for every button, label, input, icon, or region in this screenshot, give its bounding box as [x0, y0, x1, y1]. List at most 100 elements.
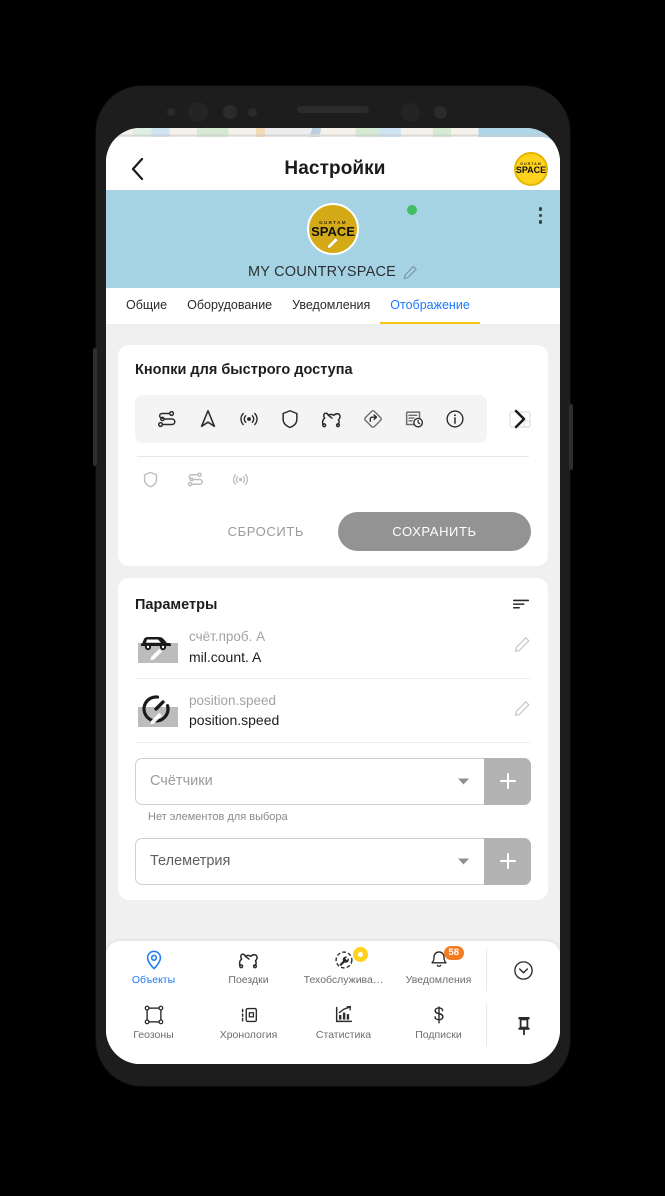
- parameters-header: Параметры: [135, 595, 531, 615]
- parameter-row[interactable]: position.speed position.speed: [135, 679, 531, 743]
- plus-icon: [499, 773, 516, 790]
- save-button[interactable]: СОХРАНИТЬ: [338, 512, 531, 551]
- route-icon[interactable]: [146, 395, 187, 443]
- nav-label: Техобслужива…: [303, 974, 384, 986]
- sensor-dot: [223, 105, 237, 119]
- nav-item-statistics[interactable]: Статистика: [296, 1004, 391, 1041]
- nav-item-trips[interactable]: Поездки: [201, 949, 296, 986]
- pencil-icon[interactable]: [403, 265, 418, 280]
- reset-button[interactable]: СБРОСИТЬ: [206, 514, 326, 549]
- settings-content: Кнопки для быстрого доступа СБРОСИТЬ СОХ…: [106, 334, 560, 941]
- nav-label: Поездки: [228, 974, 269, 986]
- caret-down-icon: [458, 778, 469, 785]
- telemetry-add-button[interactable]: [484, 837, 531, 885]
- unit-name: MY COUNTRYSPACE: [247, 264, 397, 280]
- nav-item-maintenance[interactable]: Техобслужива…: [296, 947, 391, 986]
- telemetry-select-label: Телеметрия: [150, 853, 231, 870]
- nav-label: Хронология: [219, 1029, 278, 1041]
- sensor-dot: [434, 106, 447, 119]
- location-pin-icon: [146, 950, 161, 970]
- parameters-title: Параметры: [135, 597, 218, 613]
- notification-badge: 58: [443, 946, 465, 960]
- maintenance-status-dot: [352, 947, 368, 962]
- nav-item-subscriptions[interactable]: Подписки: [391, 1004, 486, 1041]
- turn-right-diamond-icon[interactable]: [352, 395, 393, 443]
- nav-item-timeline[interactable]: Хронология: [201, 1004, 296, 1041]
- nav-item-notifications[interactable]: 58 Уведомления: [391, 946, 486, 986]
- bottom-nav-row-1: Объекты Поездки Техобслужива… 58 Уведомл…: [106, 941, 560, 996]
- pencil-icon: [326, 237, 339, 249]
- nav-label: Геозоны: [133, 1029, 174, 1041]
- plus-icon: [499, 853, 516, 870]
- report-history-icon[interactable]: [394, 395, 435, 443]
- shield-icon[interactable]: [141, 470, 160, 489]
- quick-access-icon-strip[interactable]: [135, 395, 487, 443]
- online-status-dot: [405, 203, 419, 217]
- navigation-arrow-icon[interactable]: [187, 395, 228, 443]
- unit-name-row: MY COUNTRYSPACE: [248, 264, 418, 280]
- nav-item-objects[interactable]: Объекты: [106, 949, 201, 986]
- parameter-edit-button[interactable]: [506, 636, 531, 658]
- chevron-right-icon: [514, 409, 526, 429]
- pencil-icon: [514, 700, 530, 716]
- pin-panel-button[interactable]: [486, 1004, 560, 1046]
- unit-avatar[interactable]: GURTAM SPACE: [307, 203, 359, 255]
- settings-tab-bar: Общие Оборудование Уведомления Отображен…: [106, 288, 560, 325]
- hero-overflow-menu[interactable]: [535, 203, 547, 228]
- parameter-row[interactable]: счёт.проб. A mil.count. A: [135, 615, 531, 679]
- speaker-grille: [297, 106, 369, 113]
- pencil-icon: [150, 712, 163, 725]
- dollar-icon: [433, 1006, 444, 1024]
- nav-item-geofences[interactable]: Геозоны: [106, 1004, 201, 1041]
- back-button[interactable]: [118, 150, 156, 188]
- tab-equipment[interactable]: Оборудование: [177, 288, 282, 324]
- counters-select-label: Счётчики: [150, 773, 213, 790]
- tab-general[interactable]: Общие: [116, 288, 177, 324]
- app-bar: Настройки GURTAM SPACE: [106, 137, 560, 190]
- counters-select[interactable]: Счётчики: [135, 757, 484, 805]
- collapse-panel-button[interactable]: [486, 949, 560, 991]
- brand-main-label: SPACE: [515, 165, 547, 175]
- signal-broadcast-icon[interactable]: [231, 470, 250, 489]
- telemetry-select-row: Телеметрия: [135, 837, 531, 885]
- counters-select-row: Счётчики: [135, 757, 531, 805]
- quick-access-strip-wrap: [135, 395, 531, 443]
- shield-icon[interactable]: [270, 395, 311, 443]
- info-circle-icon[interactable]: [435, 395, 476, 443]
- parameter-main-label: mil.count. A: [189, 648, 262, 665]
- front-camera: [401, 103, 420, 122]
- counters-add-button[interactable]: [484, 757, 531, 805]
- quick-access-title: Кнопки для быстрого доступа: [135, 362, 353, 378]
- chevron-down-circle-icon: [514, 960, 533, 980]
- front-camera: [188, 102, 208, 122]
- screen: Настройки GURTAM SPACE GURTAM SPACE MY C…: [106, 128, 560, 1064]
- telemetry-select[interactable]: Телеметрия: [135, 837, 484, 885]
- nav-label: Статистика: [315, 1029, 372, 1041]
- pencil-icon: [514, 636, 530, 652]
- parameter-sub-label: position.speed: [189, 692, 277, 708]
- quick-access-more-button[interactable]: [511, 395, 529, 443]
- settings-sheet: Настройки GURTAM SPACE GURTAM SPACE MY C…: [106, 137, 560, 1064]
- nav-label: Объекты: [131, 974, 176, 986]
- nav-label: Подписки: [415, 1029, 462, 1041]
- brand-logo-badge[interactable]: GURTAM SPACE: [514, 151, 548, 186]
- power-button[interactable]: [569, 404, 573, 470]
- more-vertical-icon: [538, 207, 542, 211]
- phone-frame: Настройки GURTAM SPACE GURTAM SPACE MY C…: [93, 86, 573, 1086]
- pencil-icon: [150, 648, 163, 661]
- quick-access-actions: СБРОСИТЬ СОХРАНИТЬ: [135, 512, 531, 551]
- tab-display[interactable]: Отображение: [380, 288, 480, 324]
- volume-button[interactable]: [93, 348, 97, 466]
- route-icon[interactable]: [186, 470, 205, 489]
- sensor-dot: [167, 108, 175, 116]
- chevron-left-icon: [131, 157, 143, 180]
- disabled-icons-row: [135, 457, 531, 489]
- signal-broadcast-icon[interactable]: [229, 395, 270, 443]
- track-trip-icon[interactable]: [311, 395, 352, 443]
- parameters-card: Параметры счёт.проб. A mil.count. A posi…: [118, 578, 548, 900]
- parameter-edit-button[interactable]: [506, 700, 531, 722]
- sort-icon[interactable]: [511, 595, 531, 615]
- bottom-nav-row-2: Геозоны Хронология Статистика Подписки: [106, 996, 560, 1051]
- bottom-navigation: Объекты Поездки Техобслужива… 58 Уведомл…: [106, 941, 560, 1064]
- tab-notifications[interactable]: Уведомления: [282, 288, 380, 324]
